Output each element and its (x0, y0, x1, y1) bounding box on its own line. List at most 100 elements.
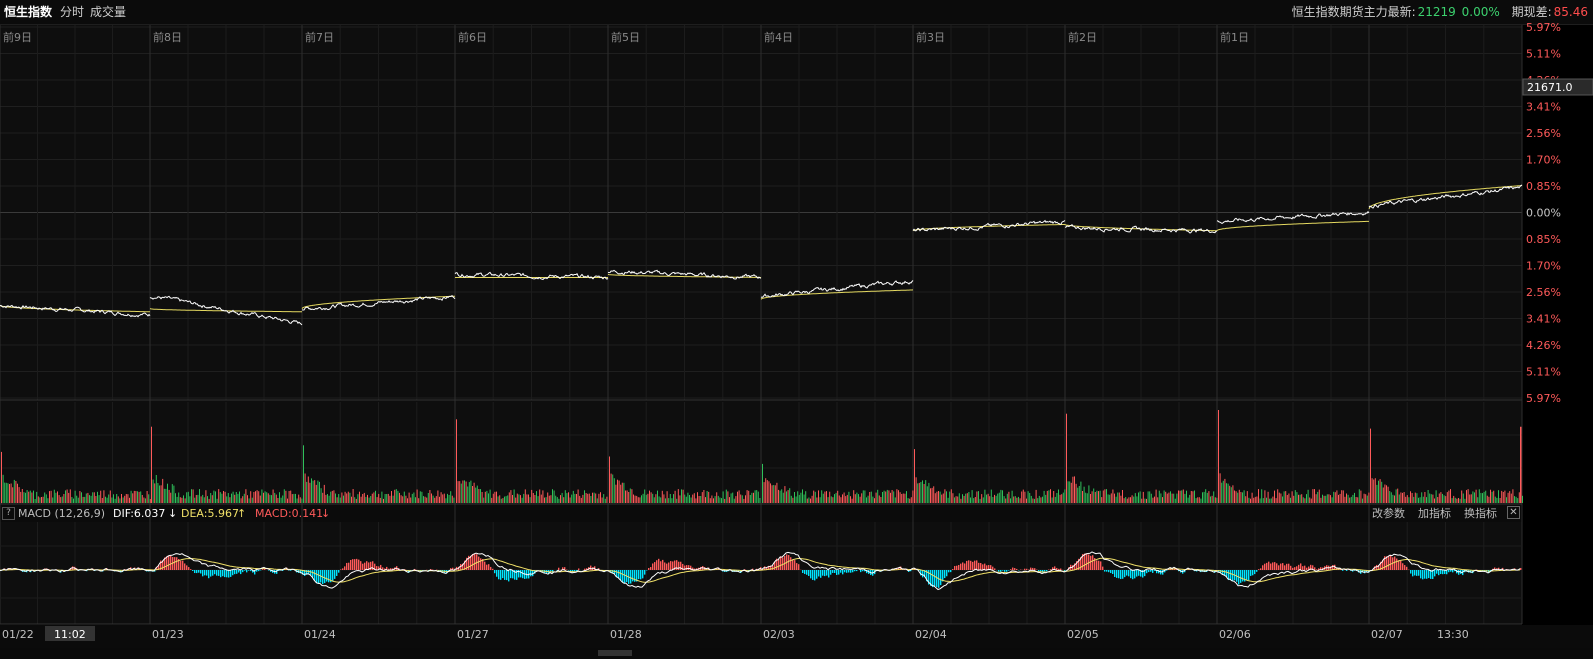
volume-bar (989, 496, 991, 503)
volume-bar (794, 492, 795, 503)
volume-bar (157, 483, 159, 503)
change-params-button[interactable]: 改参数 (1372, 507, 1405, 520)
volume-bar (255, 491, 256, 503)
volume-bar (843, 492, 845, 503)
macd-histogram-bar (1412, 570, 1414, 577)
macd-histogram-bar (188, 567, 190, 570)
volume-bar (29, 490, 31, 503)
macd-histogram-bar (182, 560, 184, 570)
macd-histogram-bar (632, 570, 634, 582)
volume-bar (869, 492, 871, 503)
volume-bar (1478, 489, 1480, 503)
volume-bar (770, 483, 771, 503)
volume-bar (613, 478, 615, 503)
volume-bar (592, 492, 593, 503)
volume-bar (1306, 494, 1307, 503)
volume-bar (582, 494, 584, 503)
volume-bar (952, 493, 954, 503)
add-indicator-button[interactable]: 加指标 (1418, 507, 1451, 520)
x-axis-label: 01/22 (2, 628, 34, 641)
volume-bar (309, 482, 311, 503)
volume-bar (138, 491, 140, 503)
volume-bar (1502, 492, 1504, 503)
volume-bar (912, 490, 914, 503)
volume-bar (529, 497, 531, 503)
volume-bar (786, 491, 787, 503)
price-tag: 21671.0 (1527, 81, 1573, 94)
macd-histogram-bar (358, 559, 360, 570)
volume-bar (101, 498, 103, 503)
volume-bar (439, 496, 440, 503)
volume-bar (528, 494, 529, 503)
macd-histogram-bar (258, 570, 260, 572)
macd-histogram-bar (316, 570, 318, 584)
volume-bar (1406, 495, 1408, 503)
macd-histogram-bar (328, 570, 330, 583)
volume-bar (1517, 498, 1519, 503)
volume-bar (1205, 489, 1207, 503)
volume-bar (1470, 494, 1472, 503)
y-tick-label: 5.11% (1526, 366, 1561, 379)
macd-histogram-bar (1458, 570, 1460, 575)
close-icon[interactable]: ✕ (1507, 506, 1520, 519)
volume-bar (1027, 491, 1029, 503)
volume-bar (1403, 492, 1405, 503)
macd-histogram-bar (194, 570, 196, 574)
volume-bar (1211, 495, 1213, 503)
intraday-chart[interactable]: 前9日 前8日 前7日 前6日 前5日 前4日 前3日 前2日 前1日 5.97% 5.11% 4.2… (0, 0, 1593, 648)
volume-bar (408, 492, 410, 503)
volume-bar (499, 495, 501, 503)
volume-bar (733, 498, 735, 503)
volume-bar (434, 497, 436, 503)
volume-bar (933, 486, 935, 503)
macd-histogram-bar (1418, 570, 1420, 576)
volume-bar (745, 495, 746, 503)
volume-bar (1283, 491, 1285, 503)
macd-histogram-bar (670, 561, 672, 570)
x-axis-label: 01/27 (457, 628, 489, 641)
volume-bar (706, 491, 708, 503)
switch-indicator-button[interactable]: 换指标 (1464, 507, 1497, 520)
volume-bar (805, 491, 807, 503)
x-axis-label: 01/24 (304, 628, 336, 641)
volume-bar (693, 493, 695, 503)
macd-histogram-bar (1104, 570, 1106, 572)
macd-histogram-bar (796, 563, 798, 570)
volume-bar (250, 491, 252, 503)
volume-bar (990, 489, 992, 503)
volume-bar (1485, 490, 1487, 503)
macd-histogram-bar (1268, 561, 1270, 570)
macd-histogram-bar (1442, 570, 1444, 575)
volume-bar (68, 492, 70, 503)
macd-value: MACD:0.141 (255, 507, 324, 520)
volume-bar (609, 456, 610, 503)
macd-histogram-bar (360, 561, 362, 570)
volume-bar (1333, 491, 1335, 503)
volume-bar (1326, 494, 1328, 503)
macd-histogram-bar (1108, 570, 1110, 573)
y-tick-label: 0.00% (1526, 207, 1561, 220)
macd-histogram-bar (490, 566, 492, 570)
volume-bar (328, 495, 330, 503)
macd-histogram-bar (198, 570, 200, 573)
volume-bar (418, 498, 420, 503)
volume-bar (681, 489, 682, 503)
volume-bar (1219, 473, 1221, 503)
volume-bar (1078, 486, 1080, 503)
volume-bar (113, 494, 114, 503)
volume-bar (806, 498, 808, 503)
volume-bar (1474, 492, 1475, 503)
volume-bar (263, 492, 264, 503)
macd-histogram-bar (966, 560, 968, 570)
macd-histogram-bar (1284, 565, 1286, 570)
macd-histogram-bar (662, 559, 664, 570)
volume-bar (1192, 491, 1194, 503)
scroll-thumb[interactable] (598, 650, 632, 656)
volume-bar (1384, 484, 1386, 503)
volume-bar (875, 492, 877, 503)
volume-bar (633, 494, 634, 503)
volume-bar (55, 492, 57, 503)
macd-histogram-bar (250, 570, 252, 572)
macd-histogram-bar (346, 562, 348, 570)
volume-bar (829, 491, 831, 503)
